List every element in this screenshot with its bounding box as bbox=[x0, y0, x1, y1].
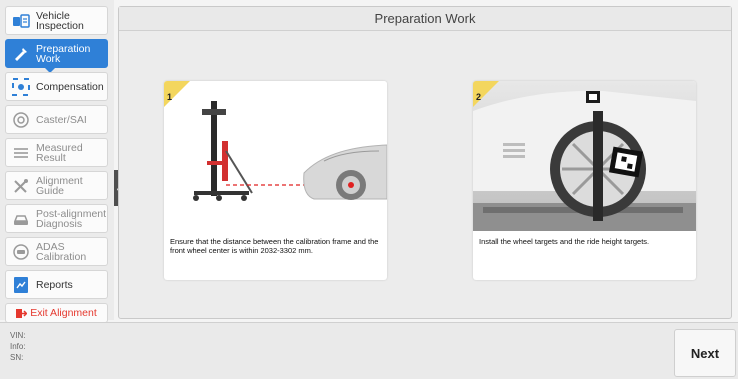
sidebar-item-label: Post-alignment Diagnosis bbox=[36, 207, 107, 230]
sidebar-item-label: Compensation bbox=[36, 80, 104, 93]
sidebar-item-alignment-guide[interactable]: Alignment Guide bbox=[5, 171, 108, 200]
post-alignment-diagnosis-icon bbox=[12, 210, 30, 228]
reports-icon bbox=[12, 276, 30, 294]
exit-alignment-button[interactable]: Exit Alignment bbox=[5, 303, 108, 323]
vehicle-inspection-icon bbox=[12, 12, 30, 30]
page-title: Preparation Work bbox=[119, 7, 731, 31]
sidebar: Vehicle Inspection Preparation Work Comp… bbox=[0, 0, 114, 323]
sidebar-item-label: ADAS Calibration bbox=[36, 240, 87, 263]
sidebar-item-preparation-work[interactable]: Preparation Work bbox=[5, 39, 108, 73]
main-panel: Preparation Work 1 Ensure that the dista… bbox=[118, 6, 732, 319]
alignment-guide-icon bbox=[12, 177, 30, 195]
preparation-work-icon bbox=[12, 45, 30, 63]
compensation-icon bbox=[12, 77, 30, 96]
sidebar-item-adas-calibration[interactable]: ADAS Calibration bbox=[5, 237, 108, 266]
step-caption: Ensure that the distance between the cal… bbox=[170, 237, 379, 255]
sidebar-item-label: Vehicle Inspection bbox=[36, 9, 84, 32]
sidebar-item-post-alignment-diagnosis[interactable]: Post-alignment Diagnosis bbox=[5, 204, 108, 233]
exit-alignment-label: Exit Alignment bbox=[30, 307, 97, 319]
sidebar-item-label: Preparation Work bbox=[36, 42, 91, 65]
sidebar-item-label: Caster/SAI bbox=[36, 113, 87, 126]
sidebar-item-vehicle-inspection[interactable]: Vehicle Inspection bbox=[5, 6, 108, 35]
footer-bar: VIN: Info: SN: Next bbox=[0, 322, 738, 379]
sidebar-item-label: Alignment Guide bbox=[36, 174, 83, 197]
next-button[interactable]: Next bbox=[674, 329, 736, 377]
sidebar-item-caster-sai[interactable]: Caster/SAI bbox=[5, 105, 108, 134]
info-label: Info: bbox=[10, 342, 26, 351]
sidebar-item-compensation[interactable]: Compensation bbox=[5, 72, 108, 101]
sidebar-item-label: Reports bbox=[36, 278, 73, 291]
sidebar-item-measured-result[interactable]: Measured Result bbox=[5, 138, 108, 167]
step-caption: Install the wheel targets and the ride h… bbox=[479, 237, 650, 246]
step-number: 2 bbox=[476, 92, 482, 102]
sidebar-item-reports[interactable]: Reports bbox=[5, 270, 108, 299]
step-card-2: 2 Install the wheel targets and the ride… bbox=[473, 81, 696, 280]
vehicle-info: VIN: Info: SN: bbox=[10, 330, 26, 363]
step-card-1: 1 Ensure that the distance between the c… bbox=[164, 81, 387, 280]
step-number: 1 bbox=[167, 92, 173, 102]
exit-icon bbox=[16, 308, 28, 319]
measured-result-icon bbox=[12, 144, 30, 162]
adas-calibration-icon bbox=[12, 243, 30, 261]
alignment-app: Vehicle Inspection Preparation Work Comp… bbox=[0, 0, 738, 379]
caster-sai-icon bbox=[12, 111, 30, 129]
wheel-target-illustration bbox=[473, 81, 696, 231]
sidebar-item-label: Measured Result bbox=[36, 141, 83, 164]
vin-label: VIN: bbox=[10, 331, 26, 340]
sn-label: SN: bbox=[10, 353, 24, 362]
calibration-frame-illustration bbox=[164, 81, 387, 231]
